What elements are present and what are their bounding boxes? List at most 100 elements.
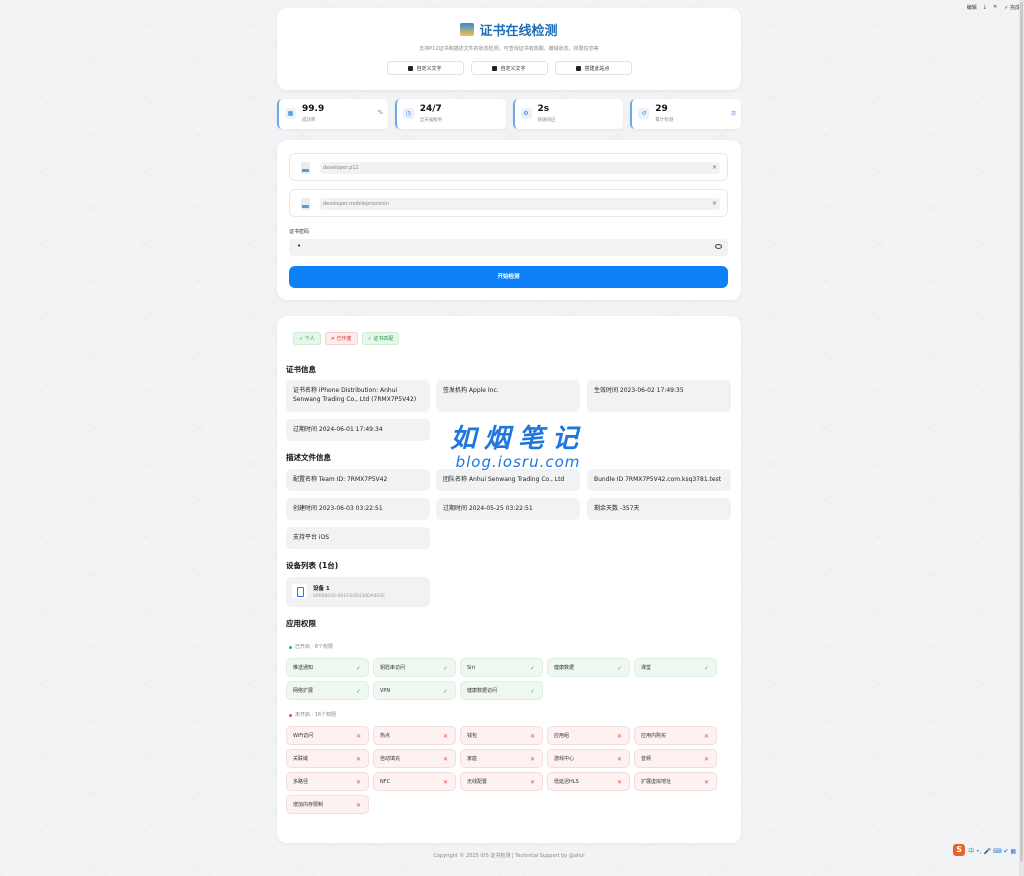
permission-label: 网络扩展 [293,688,314,694]
stat-success-rate: ▦ 99.9 成功率 % [277,99,388,129]
check-icon: ✓ [703,665,709,672]
close-icon[interactable]: ✕ [993,4,997,10]
cert-effective: 生效时间 2023-06-02 17:49:35 [587,380,731,412]
cert-name: 证书名称 iPhone Distribution: Anhui Senwang … [286,380,430,412]
permission-label: VPN [380,688,391,694]
check-icon: ✓ [442,688,448,695]
permission-label: 钥匙串访问 [380,665,406,671]
p12-upload-box[interactable]: developer.p12 × [289,153,728,181]
edit-button[interactable]: 编辑 [967,4,977,11]
stat-label: 成功率 [302,118,316,123]
stat-response: ⚙ 2s 快速响应 [512,99,624,129]
profile-team-name: 团队名称 Anhui Senwang Trading Co., Ltd [436,469,580,491]
profile-remaining: 剩余天数 -357天 [587,498,731,520]
permission-label: 应用内购买 [641,733,667,739]
cert-expires: 过期时间 2024-06-01 17:49:34 [286,419,430,441]
stat-value: 29 [655,104,668,114]
permission-item: 低延迟HLS ✕ [547,772,630,791]
cross-icon: ✕ [616,779,622,786]
cross-icon: ✕ [442,756,448,763]
permission-label: 游戏中心 [554,756,575,762]
profile-expires: 过期时间 2024-05-25 03:22:51 [436,498,580,520]
permission-item: 多路径 ✕ [286,772,369,791]
stat-label: 累计检测 [655,118,674,123]
permission-item: 无线配置 ✕ [460,772,543,791]
chat-icon [492,65,498,71]
custom-text-label: 自定义文字 [500,65,526,72]
clear-profile-icon[interactable]: × [712,198,717,210]
custom-text-label: 自定义文字 [416,65,442,72]
page-subtitle: 支持P12证书和描述文件的状态检测，可查询证书有效期、撤销状态、权限信息等 [419,46,599,52]
certificate-icon [460,23,475,36]
check-icon: ✓ [529,665,535,672]
build-site-label: 搭建此站点 [584,65,610,72]
file-icon [301,162,310,174]
cross-icon: ✕ [703,733,709,740]
stat-value: 24/7 [419,104,442,114]
watermark-url: blog.iosru.com [455,453,581,471]
scrollbar[interactable] [1019,0,1024,876]
permission-item: Siri ✓ [460,658,543,677]
profile-info-title: 描述文件信息 [286,453,331,462]
permission-label: 无线配置 [467,779,488,785]
permission-label: 健康数据 [554,665,575,671]
cross-icon: ✕ [616,733,622,740]
cross-icon: ✕ [616,756,622,763]
build-site-button[interactable]: 搭建此站点 [554,61,632,75]
file-icon [301,198,310,210]
results-card: ✓ 个人 ✕ 已作废 ✓ 证书匹配 证书信息 证书名称 iPhone Distr… [277,316,741,843]
check-icon: ✓ [442,665,448,672]
permission-item: 游戏中心 ✕ [547,749,630,768]
permission-label: 课堂 [641,665,652,671]
scrollbar-thumb[interactable] [1020,2,1023,862]
footer-copyright: Copyright © 2025 iOS 证书检测 | Technical Su… [433,853,585,859]
clear-p12-icon[interactable]: × [712,162,717,174]
download-icon[interactable]: ⤓ [984,4,986,10]
profile-upload-box[interactable]: developer.mobileprovision × [289,189,728,217]
enabled-permissions-label: 已开启 · 8个权限 [295,644,333,650]
custom-text-button-2[interactable]: 自定义文字 [470,61,548,75]
disabled-permissions-label: 未开启 · 16个权限 [295,712,337,718]
cert-info-title: 证书信息 [286,365,316,374]
permission-item: 健康数据访问 ✓ [460,681,543,700]
permission-label: 低延迟HLS [554,779,579,785]
ime-logo-icon[interactable]: S [953,844,966,856]
cross-icon: ✕ [529,733,535,740]
stat-availability: ◷ 24/7 全天候服务 [394,99,506,129]
device-udid: 00008030-001C64D434DA402E [313,594,385,599]
permission-item: 增加内存限制 ✕ [286,795,369,814]
permission-item: 音频 ✕ [634,749,717,768]
password-field[interactable]: • [289,239,728,256]
phone-icon [292,584,307,599]
status-badge: ✕ 已作废 [324,332,358,345]
stat-total-checks: ↺ 29 累计检测 次 [630,99,741,129]
permission-item: 钥匙串访问 ✓ [373,658,456,677]
eye-icon[interactable] [715,244,722,249]
stat-value: 99.9 [302,104,325,114]
stat-label: 全天候服务 [419,118,443,123]
permission-label: WiFi访问 [293,733,314,739]
done-button[interactable]: ✓ 完成 [1004,4,1020,11]
cross-icon: ✕ [355,756,361,763]
watermark-title: 如烟笔记 [450,424,587,454]
cross-icon: ✕ [355,733,361,740]
custom-text-button-1[interactable]: 自定义文字 [386,61,464,75]
check-icon: ✓ [355,688,361,695]
password-label: 证书密码 [289,229,310,235]
permission-label: 自动填充 [380,756,401,762]
stats-row: ▦ 99.9 成功率 % ◷ 24/7 全天候服务 ⚙ 2s 快速响应 ↺ 29… [277,99,741,129]
ime-tray-items[interactable]: 中 •, 🎤 ⌨ ✔ ▦ [968,846,1016,855]
permission-label: Siri [467,665,476,671]
chart-icon: ▦ [285,108,296,119]
permission-item: VPN ✓ [373,681,456,700]
stat-label: 快速响应 [537,118,556,123]
cert-issuer: 签发机构 Apple Inc. [436,380,580,412]
permission-item: 应用内购买 ✕ [634,726,717,745]
permission-label: 热点 [380,733,391,739]
watermark: 如烟笔记 blog.iosru.com [450,418,586,471]
start-check-button[interactable]: 开始检测 [289,266,728,288]
permission-label: 关联域 [293,756,309,762]
disabled-dot-icon [289,714,292,717]
profile-bundle-id: Bundle ID 7RMX7P5V42.com.ksq3781.test [587,469,731,491]
device-name: 设备 1 [313,586,330,592]
